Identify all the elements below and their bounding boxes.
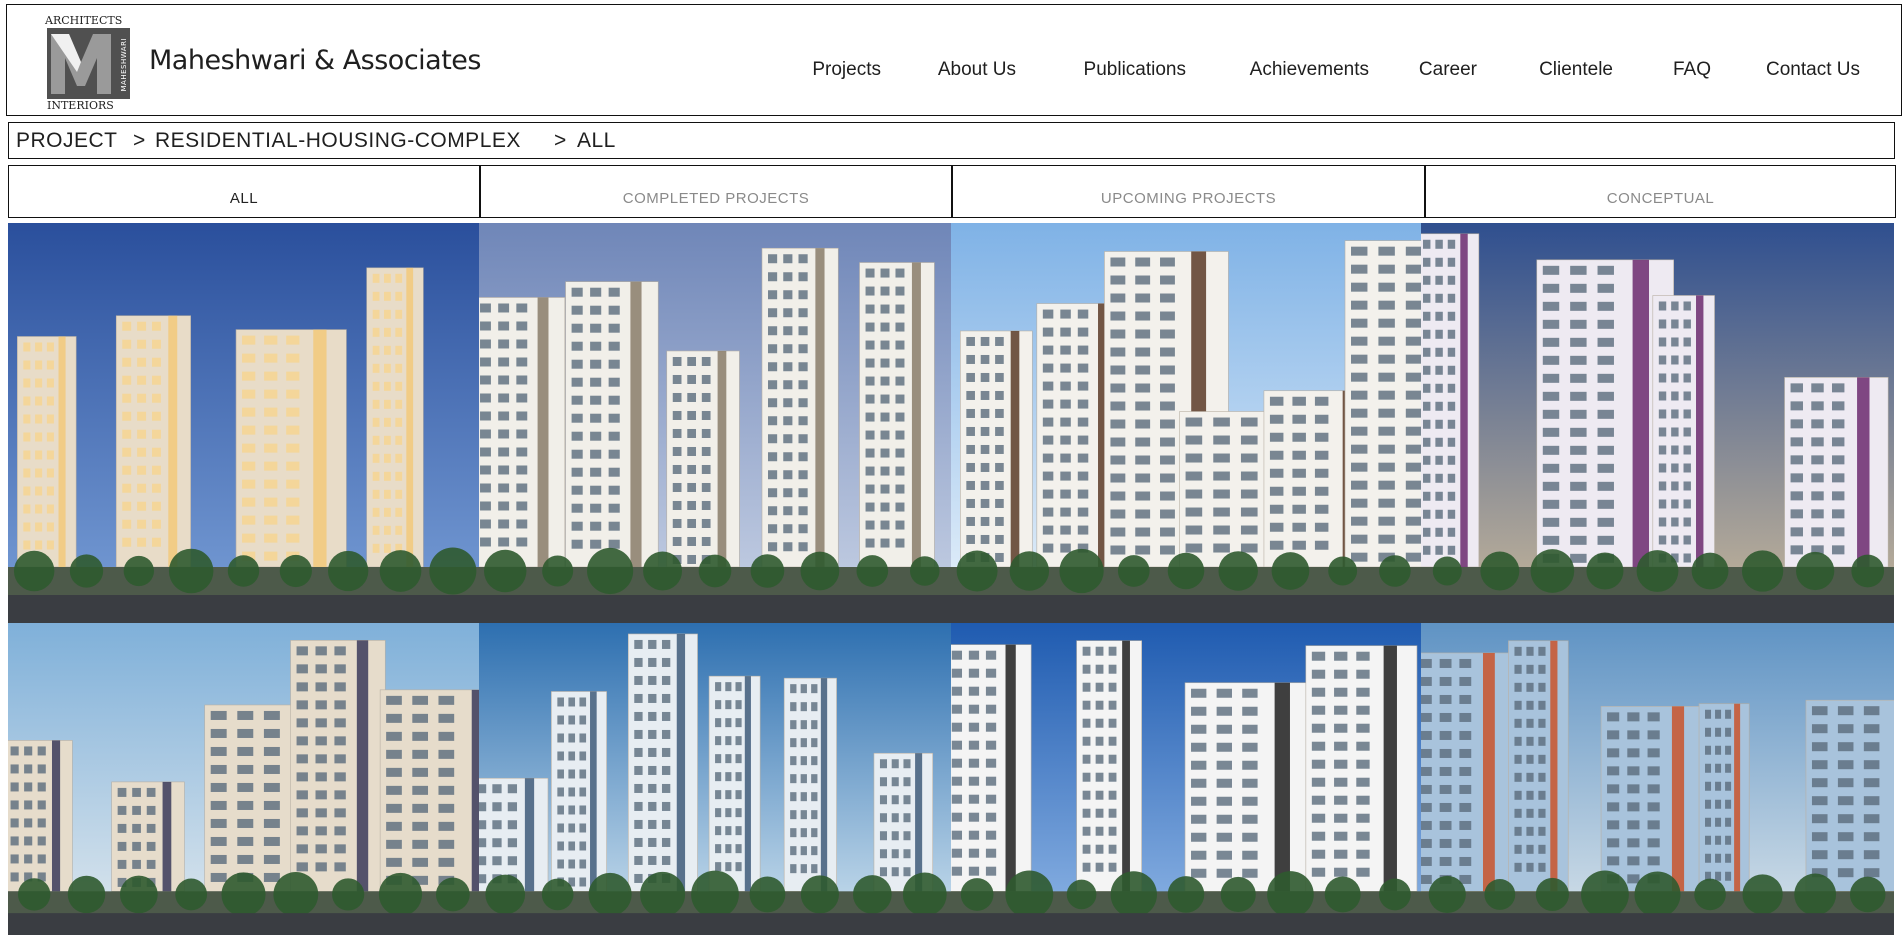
project-image xyxy=(1421,223,1894,623)
nav-item-clientele[interactable]: Clientele xyxy=(1539,59,1613,81)
project-gallery xyxy=(8,223,1894,935)
site-header: ARCHITECTS MAHESHWARI INTERIORS Maheshwa… xyxy=(6,4,1902,116)
project-thumbnail-purple-accent-towers[interactable] xyxy=(1421,223,1894,623)
logo-top-text: ARCHITECTS xyxy=(45,14,123,27)
breadcrumb-project[interactable]: PROJECT xyxy=(16,129,118,153)
breadcrumb-category[interactable]: RESIDENTIAL-HOUSING-COMPLEX xyxy=(155,129,521,153)
nav-item-publications[interactable]: Publications xyxy=(1084,59,1186,81)
breadcrumb-separator: > xyxy=(554,129,567,152)
nav-item-achievements[interactable]: Achievements xyxy=(1250,59,1369,81)
nav-item-about-us[interactable]: About Us xyxy=(938,59,1016,81)
brand-name[interactable]: Maheshwari & Associates xyxy=(149,45,481,76)
project-thumbnail-tall-black-white-tower[interactable] xyxy=(951,623,1421,935)
project-thumbnail-night-courtyard-towers[interactable] xyxy=(8,223,479,623)
project-image xyxy=(479,623,951,935)
filter-tabs: ALL COMPLETED PROJECTS UPCOMING PROJECTS… xyxy=(8,165,1896,218)
project-image xyxy=(8,223,479,623)
nav-item-projects[interactable]: Projects xyxy=(812,59,881,81)
logo-m-icon xyxy=(47,28,130,99)
project-thumbnail-white-towers-street[interactable] xyxy=(479,223,951,623)
tab-upcoming-projects[interactable]: UPCOMING PROJECTS xyxy=(952,165,1425,218)
logo-vertical-text: MAHESHWARI xyxy=(120,38,128,92)
logo-bottom-text: INTERIORS xyxy=(47,99,114,112)
logo-mark: MAHESHWARI xyxy=(47,28,130,99)
nav-item-faq[interactable]: FAQ xyxy=(1673,59,1711,81)
project-image xyxy=(1421,623,1894,935)
breadcrumb-current: ALL xyxy=(577,129,616,152)
project-image xyxy=(951,223,1421,623)
project-image xyxy=(951,623,1421,935)
nav-item-career[interactable]: Career xyxy=(1419,59,1477,81)
tab-all[interactable]: ALL xyxy=(8,165,480,218)
project-image xyxy=(479,223,951,623)
tab-conceptual[interactable]: CONCEPTUAL xyxy=(1425,165,1896,218)
company-logo[interactable]: ARCHITECTS MAHESHWARI INTERIORS xyxy=(45,14,137,113)
project-thumbnail-beige-frame-complex[interactable] xyxy=(8,623,479,935)
project-thumbnail-glass-blue-towers[interactable] xyxy=(1421,623,1894,935)
nav-item-contact-us[interactable]: Contact Us xyxy=(1766,59,1860,81)
tab-completed-projects[interactable]: COMPLETED PROJECTS xyxy=(480,165,952,218)
project-thumbnail-blue-grey-blocks[interactable] xyxy=(479,623,951,935)
breadcrumb-separator: > xyxy=(133,129,146,152)
breadcrumb: PROJECT > RESIDENTIAL-HOUSING-COMPLEX > … xyxy=(8,122,1895,159)
project-image xyxy=(8,623,479,935)
project-thumbnail-brown-white-highway[interactable] xyxy=(951,223,1421,623)
